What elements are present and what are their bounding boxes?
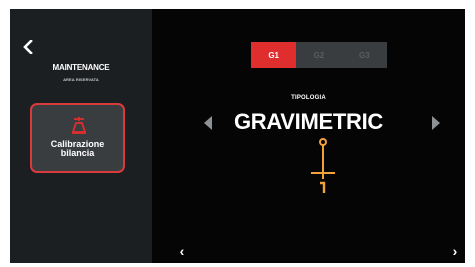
- sidebar: MAINTENANCE AREA RISERVATA Calibrazione …: [10, 9, 152, 263]
- tab-g3[interactable]: G3: [342, 42, 387, 68]
- main-panel: G1 G2 G3 TIPOLOGIA GRAVIMETRIC ‹ ›: [152, 9, 465, 263]
- tipologia-label: TIPOLOGIA: [291, 95, 326, 101]
- scale-icon: [72, 117, 86, 134]
- section-subtitle: AREA RISERVATA: [63, 77, 99, 82]
- page-prev-button[interactable]: ‹: [175, 243, 189, 259]
- section-title: MAINTENANCE: [52, 63, 110, 72]
- tab-g2[interactable]: G2: [296, 42, 341, 68]
- group-tabs: G1 G2 G3: [251, 42, 387, 68]
- next-type-button[interactable]: [431, 115, 441, 131]
- back-button[interactable]: [20, 38, 36, 56]
- cursor-marker-icon: [311, 138, 335, 193]
- card-label: Calibrazione bilancia: [50, 139, 105, 158]
- app-screen: MAINTENANCE AREA RISERVATA Calibrazione …: [10, 9, 465, 263]
- chevron-left-icon: [23, 40, 33, 54]
- type-value: GRAVIMETRIC: [233, 109, 384, 134]
- page-next-button[interactable]: ›: [448, 243, 462, 259]
- tab-g1[interactable]: G1: [251, 42, 297, 68]
- scale-calibration-card[interactable]: Calibrazione bilancia: [30, 103, 125, 173]
